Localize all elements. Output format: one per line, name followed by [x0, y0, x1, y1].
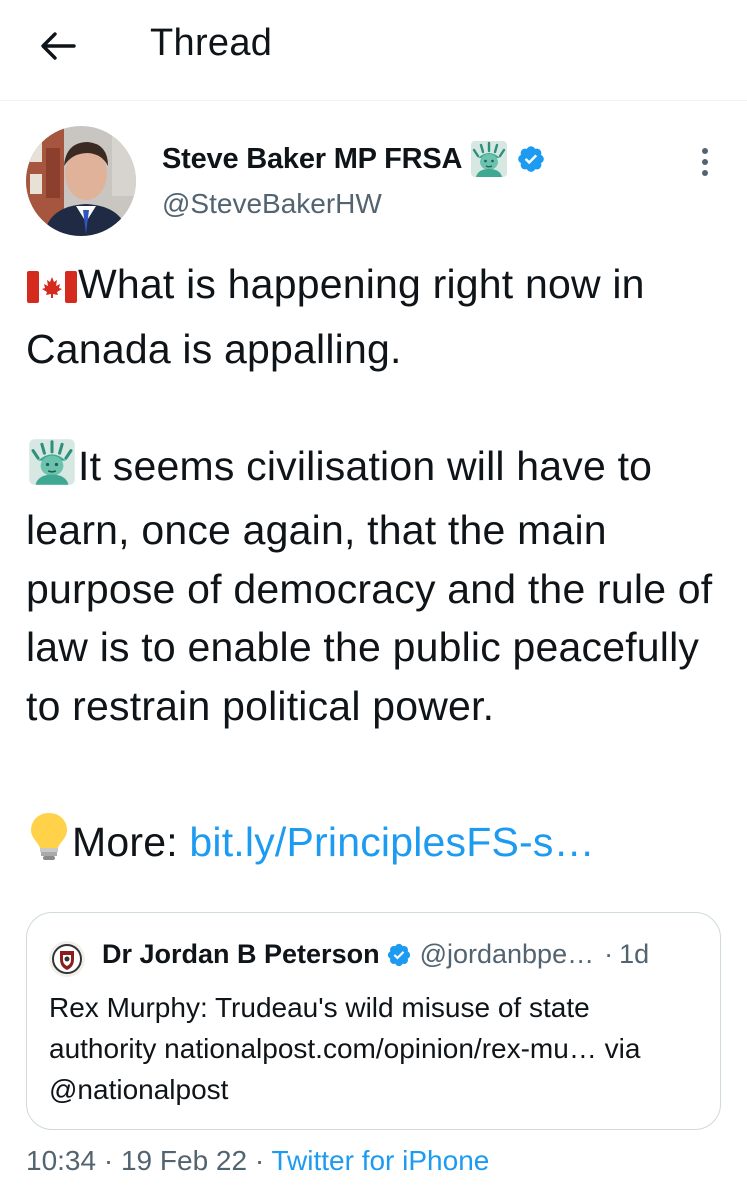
light-bulb-icon — [26, 810, 72, 878]
top-bar: Thread — [0, 0, 747, 101]
statue-of-liberty-icon — [26, 438, 78, 502]
more-options-icon[interactable] — [690, 142, 720, 182]
tweet-meta: 10:34 · 19 Feb 22 · Twitter for iPhone — [26, 1145, 489, 1177]
tweet-time[interactable]: 10:34 — [26, 1145, 96, 1176]
tweet-line-2: It seems civilisation will have to learn… — [26, 442, 713, 729]
tweet-paragraph-1: What is happening right now in Canada is… — [26, 255, 731, 378]
tweet-date[interactable]: 19 Feb 22 — [121, 1145, 247, 1176]
meta-separator: · — [247, 1145, 272, 1176]
author-handle[interactable]: @SteveBakerHW — [162, 188, 382, 220]
quoted-tweet[interactable]: Dr Jordan B Peterson @jordanbpe… · 1d Re… — [26, 912, 721, 1130]
page-title: Thread — [150, 22, 273, 64]
canada-flag-icon — [26, 261, 78, 320]
verified-badge-icon — [516, 144, 546, 174]
tweet-paragraph-3: More: bit.ly/PrinciplesFS-s… — [26, 810, 731, 878]
more-link[interactable]: bit.ly/PrinciplesFS-s… — [189, 819, 594, 865]
quoted-separator: · — [604, 939, 614, 969]
tweet-source-link[interactable]: Twitter for iPhone — [271, 1145, 489, 1176]
more-label: More: — [72, 818, 190, 865]
quoted-header: Dr Jordan B Peterson @jordanbpe… · 1d — [102, 939, 649, 970]
quoted-author-handle[interactable]: @jordanbpe… — [420, 939, 595, 970]
tweet-body: What is happening right now in Canada is… — [26, 255, 731, 877]
statue-of-liberty-icon — [470, 140, 508, 178]
author-name[interactable]: Steve Baker MP FRSA — [162, 143, 462, 176]
tweet-paragraph-2: It seems civilisation will have to learn… — [26, 437, 731, 736]
quoted-avatar[interactable] — [49, 941, 85, 977]
author-name-row: Steve Baker MP FRSA — [162, 140, 546, 178]
tweet-line-1: What is happening right now in Canada is… — [26, 261, 645, 372]
meta-separator: · — [96, 1145, 121, 1176]
quoted-timestamp[interactable]: 1d — [619, 939, 649, 970]
quoted-author-name[interactable]: Dr Jordan B Peterson — [102, 939, 380, 970]
avatar[interactable] — [26, 126, 136, 236]
verified-badge-icon — [386, 942, 412, 968]
quoted-text: Rex Murphy: Trudeau's wild misuse of sta… — [49, 992, 641, 1105]
back-arrow-icon[interactable] — [36, 24, 80, 68]
